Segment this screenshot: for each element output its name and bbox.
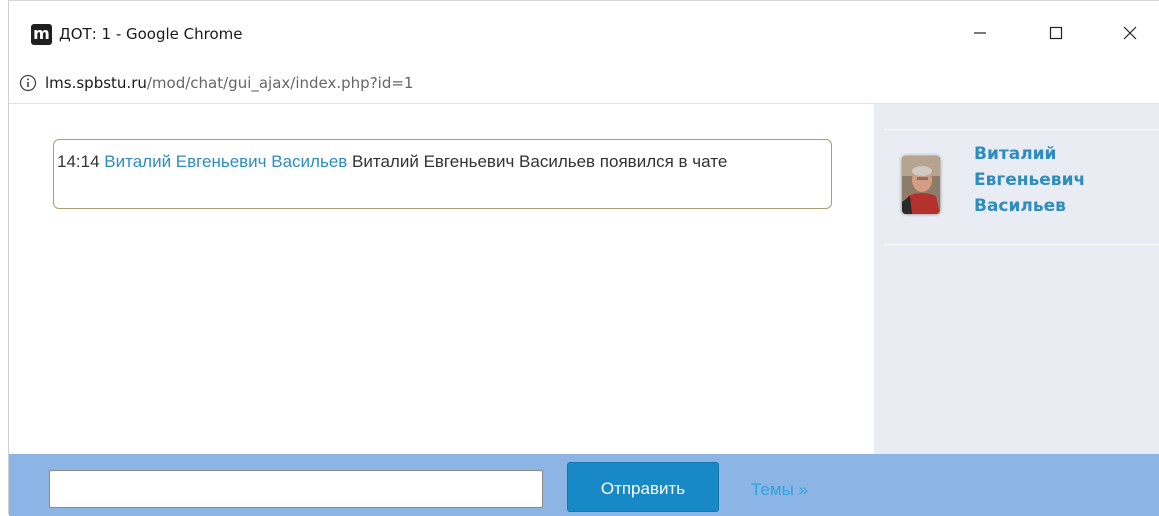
chat-message-input[interactable] xyxy=(49,470,543,508)
window-title: ДОТ: 1 - Google Chrome xyxy=(59,25,243,43)
url-text[interactable]: lms.spbstu.ru/mod/chat/gui_ajax/index.ph… xyxy=(45,74,413,92)
url-domain: lms.spbstu.ru xyxy=(45,74,147,92)
moodle-app-icon: m xyxy=(31,24,52,45)
message-user-link[interactable]: Виталий Евгеньевич Васильев xyxy=(104,152,347,171)
send-button[interactable]: Отправить xyxy=(567,462,719,512)
user-list-panel: Виталий Евгеньевич Васильев xyxy=(874,104,1159,454)
address-bar[interactable]: lms.spbstu.ru/mod/chat/gui_ajax/index.ph… xyxy=(9,65,1159,103)
chat-content: 14:14 Виталий Евгеньевич Васильев Витали… xyxy=(9,103,1159,516)
browser-window: m ДОТ: 1 - Google Chrome lms.spbstu.ru/m… xyxy=(8,0,1159,516)
avatar[interactable] xyxy=(902,156,940,214)
message-time: 14:14 xyxy=(57,152,100,171)
chat-message: 14:14 Виталий Евгеньевич Васильев Витали… xyxy=(53,139,832,209)
themes-link[interactable]: Темы » xyxy=(751,480,808,500)
title-bar[interactable]: m ДОТ: 1 - Google Chrome xyxy=(9,1,1159,65)
user-list-item[interactable]: Виталий Евгеньевич Васильев xyxy=(884,130,1159,245)
close-icon xyxy=(1123,26,1137,40)
message-text: Виталий Евгеньевич Васильев появился в ч… xyxy=(352,152,728,171)
minimize-button[interactable] xyxy=(957,15,1003,51)
minimize-icon xyxy=(974,32,986,34)
user-name-link[interactable]: Виталий Евгеньевич Васильев xyxy=(974,141,1144,219)
url-path: /mod/chat/gui_ajax/index.php?id=1 xyxy=(146,74,414,92)
chat-input-bar: Отправить Темы » xyxy=(9,454,1159,516)
close-button[interactable] xyxy=(1107,15,1153,51)
maximize-button[interactable] xyxy=(1033,15,1079,51)
info-icon[interactable] xyxy=(19,74,37,92)
maximize-icon xyxy=(1049,26,1063,40)
